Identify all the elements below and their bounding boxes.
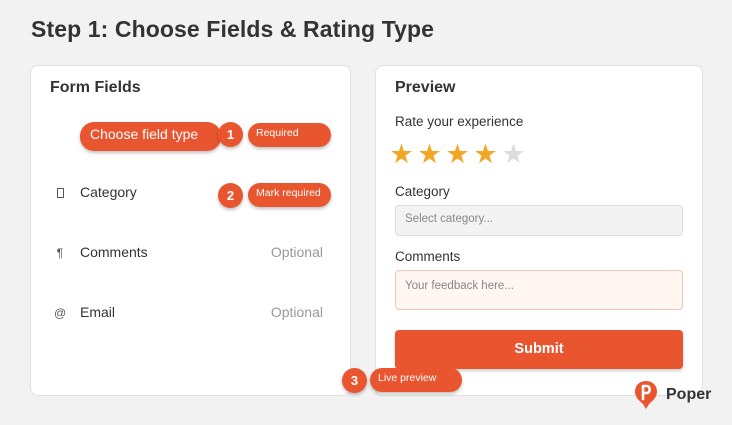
category-select[interactable]: Select category... xyxy=(395,205,683,236)
comments-label: Comments xyxy=(395,249,461,264)
brand-name: Poper xyxy=(666,386,712,403)
at-icon: @ xyxy=(54,306,67,320)
submit-button[interactable]: Submit xyxy=(395,330,683,369)
field-row-comments[interactable]: ¶ Comments Optional xyxy=(31,244,350,264)
preview-heading: Preview xyxy=(395,79,456,96)
field-row-category[interactable]: Category xyxy=(31,184,350,204)
step-badge-3: 3 xyxy=(342,368,367,393)
star-icon[interactable]: ★ xyxy=(444,140,471,168)
poper-logo-icon xyxy=(635,381,657,409)
field-status-email: Optional xyxy=(270,304,323,320)
live-preview-tag: Live preview xyxy=(370,368,462,392)
star-icon[interactable]: ★ xyxy=(472,140,499,168)
preview-panel: Preview Rate your experience ★ ★ ★ ★ ★ Categ… xyxy=(375,65,703,396)
star-icon[interactable]: ★ xyxy=(416,140,443,168)
field-status-comments: Optional xyxy=(270,244,323,260)
field-row-email[interactable]: @ Email Optional xyxy=(31,304,350,324)
form-fields-heading: Form Fields xyxy=(50,79,141,96)
required-toggle[interactable]: Required xyxy=(248,123,331,147)
field-label-email: Email xyxy=(80,304,116,320)
checkbox-icon xyxy=(57,188,64,198)
pilcrow-icon: ¶ xyxy=(56,246,64,260)
step-title: Step 1: Choose Fields & Rating Type xyxy=(31,16,435,42)
field-label-comments: Comments xyxy=(80,244,148,260)
rating-prompt: Rate your experience xyxy=(395,114,524,129)
step-badge-1: 1 xyxy=(218,122,243,147)
star-rating[interactable]: ★ ★ ★ ★ ★ xyxy=(388,140,528,168)
star-icon[interactable]: ★ xyxy=(388,140,415,168)
star-icon[interactable]: ★ xyxy=(500,140,527,168)
comments-textarea[interactable]: Your feedback here... xyxy=(395,270,683,310)
category-label: Category xyxy=(395,184,450,199)
choose-field-type-button[interactable]: Choose field type xyxy=(80,122,221,151)
form-fields-panel: Form Fields Choose field type 1 Required… xyxy=(30,65,351,396)
field-label-category: Category xyxy=(80,184,137,200)
